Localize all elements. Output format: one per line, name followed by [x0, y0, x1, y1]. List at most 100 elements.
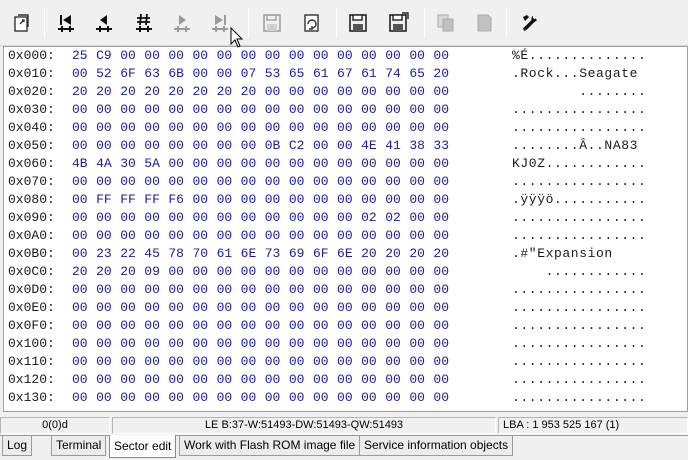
hex-byte[interactable]: C2 [289, 137, 313, 155]
hex-byte[interactable]: 00 [96, 101, 120, 119]
hex-byte[interactable]: 20 [385, 245, 409, 263]
hex-byte[interactable]: 00 [313, 155, 337, 173]
hex-byte[interactable]: 61 [313, 65, 337, 83]
hex-byte[interactable]: 00 [120, 227, 144, 245]
hex-byte[interactable]: 00 [168, 353, 192, 371]
hex-byte[interactable]: 00 [289, 173, 313, 191]
hex-byte[interactable]: 00 [241, 137, 265, 155]
hex-row-bytes[interactable]: 00 00 00 00 00 00 00 00 00 00 00 00 00 00 00 00 [72, 371, 458, 389]
hex-byte[interactable]: 00 [96, 119, 120, 137]
hex-byte[interactable]: 00 [409, 371, 433, 389]
hex-byte[interactable]: 00 [96, 173, 120, 191]
hex-byte[interactable]: 00 [289, 371, 313, 389]
hex-byte[interactable]: 00 [241, 227, 265, 245]
hex-byte[interactable]: 00 [361, 317, 385, 335]
hex-byte[interactable]: 00 [168, 389, 192, 407]
hex-byte[interactable]: 00 [72, 209, 96, 227]
hex-row[interactable]: 0x0A0: 00 00 00 00 00 00 00 00 00 00 00 00 00 00 00 00..… [4, 227, 684, 245]
hex-byte[interactable]: 00 [72, 281, 96, 299]
hex-byte[interactable]: 52 [96, 65, 120, 83]
hex-byte[interactable]: 33 [433, 137, 457, 155]
hex-byte[interactable]: 00 [168, 47, 192, 65]
hex-byte[interactable]: 00 [168, 173, 192, 191]
hex-byte[interactable]: 70 [192, 245, 216, 263]
hex-byte[interactable]: 00 [385, 173, 409, 191]
hex-byte[interactable]: 00 [265, 317, 289, 335]
hex-byte[interactable]: 00 [217, 173, 241, 191]
hex-byte[interactable]: 00 [265, 191, 289, 209]
hex-byte[interactable]: 00 [265, 47, 289, 65]
hex-row-bytes[interactable]: 00 00 00 00 00 00 00 00 00 00 00 00 00 00 00 00 [72, 227, 458, 245]
first-sector-icon[interactable] [52, 9, 80, 37]
hex-byte[interactable]: 00 [241, 335, 265, 353]
hex-byte[interactable]: 00 [168, 281, 192, 299]
hex-byte[interactable]: 09 [144, 263, 168, 281]
hex-byte[interactable]: 74 [385, 65, 409, 83]
hex-byte[interactable]: 00 [337, 317, 361, 335]
hex-byte[interactable]: 00 [337, 281, 361, 299]
hex-byte[interactable]: 00 [409, 299, 433, 317]
hex-row[interactable]: 0x0E0: 00 00 00 00 00 00 00 00 00 00 00 00 00 00 00 00..… [4, 299, 684, 317]
hex-byte[interactable]: 00 [337, 227, 361, 245]
hex-byte[interactable]: 00 [217, 137, 241, 155]
hex-byte[interactable]: 00 [168, 155, 192, 173]
hex-byte[interactable]: 00 [120, 137, 144, 155]
hex-byte[interactable]: 00 [72, 173, 96, 191]
hex-byte[interactable]: 00 [409, 47, 433, 65]
hex-byte[interactable]: 00 [217, 281, 241, 299]
hex-byte[interactable]: 00 [361, 83, 385, 101]
hex-byte[interactable]: 00 [96, 281, 120, 299]
hex-byte[interactable]: 00 [96, 209, 120, 227]
hex-byte[interactable]: 41 [385, 137, 409, 155]
hex-byte[interactable]: 00 [168, 101, 192, 119]
hex-byte[interactable]: 5A [144, 155, 168, 173]
hex-row-bytes[interactable]: 00 00 00 00 00 00 00 00 00 00 00 00 00 00 00 00 [72, 101, 458, 119]
hex-byte[interactable]: 00 [361, 299, 385, 317]
hex-byte[interactable]: 6B [168, 65, 192, 83]
hex-byte[interactable]: 00 [120, 173, 144, 191]
hex-byte[interactable]: 00 [265, 155, 289, 173]
hex-byte[interactable]: 00 [337, 47, 361, 65]
hex-byte[interactable]: 00 [385, 263, 409, 281]
copy-icon[interactable] [432, 9, 460, 37]
hex-byte[interactable]: 00 [289, 155, 313, 173]
tab-sector-edit[interactable]: Sector edit [109, 435, 177, 458]
hex-byte[interactable]: 00 [313, 173, 337, 191]
hex-byte[interactable]: 23 [96, 245, 120, 263]
hex-byte[interactable]: 20 [361, 245, 385, 263]
hex-byte[interactable]: 4A [96, 155, 120, 173]
hex-row-bytes[interactable]: 00 00 00 00 00 00 00 00 00 00 00 00 00 00 00 00 [72, 119, 458, 137]
hex-byte[interactable]: 00 [409, 173, 433, 191]
hex-byte[interactable]: 00 [361, 281, 385, 299]
hex-byte[interactable]: 00 [144, 47, 168, 65]
hex-byte[interactable]: 00 [72, 101, 96, 119]
hex-byte[interactable]: 00 [289, 353, 313, 371]
hex-row[interactable]: 0x090: 00 00 00 00 00 00 00 00 00 00 00 00 02 02 00 00..… [4, 209, 684, 227]
hex-byte[interactable]: 20 [96, 263, 120, 281]
hex-byte[interactable]: 00 [337, 137, 361, 155]
hex-byte[interactable]: 00 [96, 137, 120, 155]
hex-byte[interactable]: 00 [337, 83, 361, 101]
hex-byte[interactable]: 00 [433, 191, 457, 209]
hex-byte[interactable]: 00 [313, 227, 337, 245]
hex-byte[interactable]: 25 [72, 47, 96, 65]
save-icon[interactable] [258, 9, 286, 37]
hex-byte[interactable]: 00 [241, 263, 265, 281]
hex-byte[interactable]: 00 [313, 209, 337, 227]
hex-byte[interactable]: 00 [385, 155, 409, 173]
hex-byte[interactable]: 00 [265, 371, 289, 389]
hex-byte[interactable]: 00 [72, 371, 96, 389]
hex-byte[interactable]: 00 [241, 119, 265, 137]
hex-row-bytes[interactable]: 20 20 20 09 00 00 00 00 00 00 00 00 00 00 00 00 [72, 263, 458, 281]
hex-byte[interactable]: 00 [241, 389, 265, 407]
hex-byte[interactable]: 20 [433, 245, 457, 263]
hex-byte[interactable]: 00 [433, 317, 457, 335]
hex-byte[interactable]: 00 [265, 83, 289, 101]
hex-byte[interactable]: 00 [409, 191, 433, 209]
hex-byte[interactable]: 00 [385, 389, 409, 407]
hex-byte[interactable]: 00 [361, 353, 385, 371]
hex-byte[interactable]: 00 [120, 389, 144, 407]
tab-log[interactable]: Log [2, 436, 33, 456]
hex-byte[interactable]: 00 [96, 317, 120, 335]
hex-byte[interactable]: 78 [168, 245, 192, 263]
